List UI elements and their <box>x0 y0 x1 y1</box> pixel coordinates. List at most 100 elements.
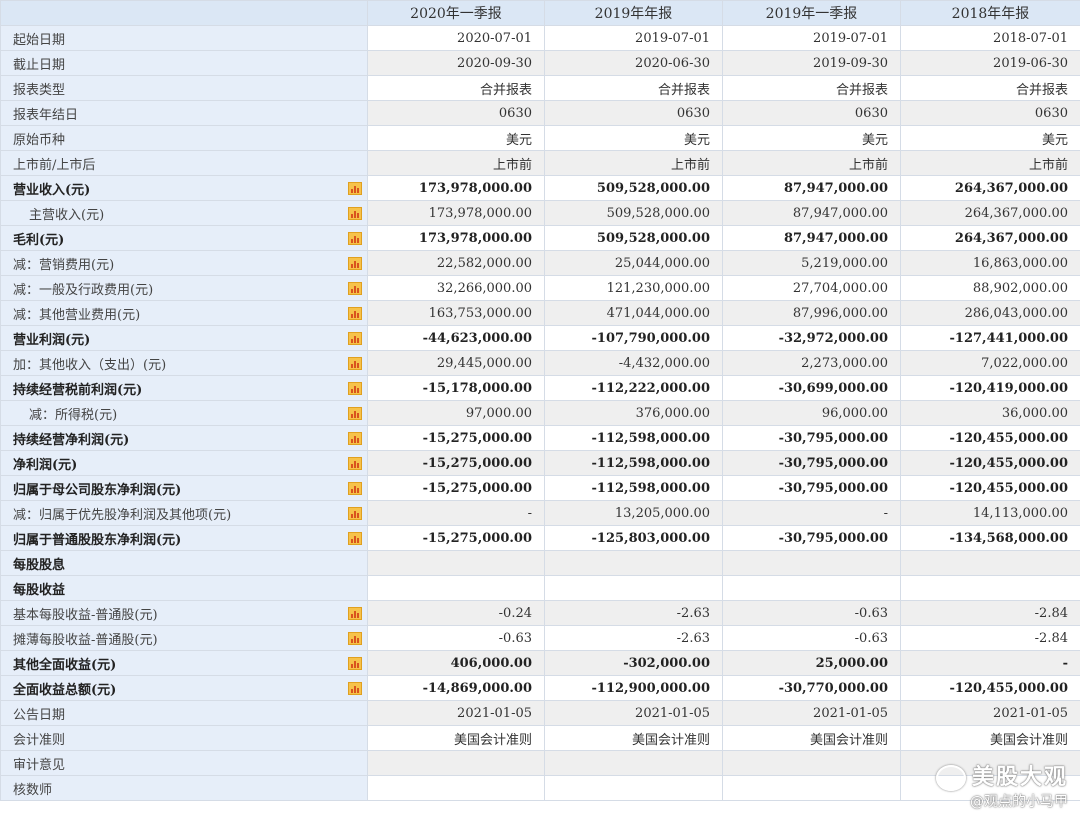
bar-chart-icon[interactable] <box>348 482 362 495</box>
row-label: 基本每股收益-普通股(元) <box>0 600 368 626</box>
value-cell: 2018-07-01 <box>900 25 1080 51</box>
bar-chart-icon[interactable] <box>348 457 362 470</box>
value-cell: 2019-07-01 <box>722 25 901 51</box>
bar-chart-icon[interactable] <box>348 232 362 245</box>
value-cell: -14,869,000.00 <box>367 675 545 701</box>
table-row: 归属于母公司股东净利润(元) -15,275,000.00 -112,598,000… <box>0 475 1080 501</box>
table-row: 持续经营税前利润(元) -15,178,000.00 -112,222,000.00… <box>0 375 1080 401</box>
bar-chart-icon[interactable] <box>348 282 362 295</box>
bar-chart-icon[interactable] <box>348 382 362 395</box>
value-cell: 0630 <box>900 100 1080 126</box>
value-cell <box>722 550 901 576</box>
table-row: 净利润(元) -15,275,000.00 -112,598,000.00 -30,7… <box>0 450 1080 476</box>
value-cell: -120,455,000.00 <box>900 425 1080 451</box>
table-row: 全面收益总额(元) -14,869,000.00 -112,900,000.00 -3… <box>0 675 1080 701</box>
bar-chart-icon[interactable] <box>348 182 362 195</box>
value-cell: 美元 <box>544 125 723 151</box>
row-label: 会计准则 <box>0 725 368 751</box>
table-row: 会计准则 美国会计准则 美国会计准则 美国会计准则 美国会计准则 <box>0 725 1080 751</box>
value-cell: 美元 <box>900 125 1080 151</box>
value-cell <box>367 550 545 576</box>
column-header[interactable]: 2018年年报 <box>900 0 1080 26</box>
bar-chart-icon[interactable] <box>348 607 362 620</box>
value-cell: 2021-01-05 <box>367 700 545 726</box>
value-cell: -125,803,000.00 <box>544 525 723 551</box>
bar-chart-icon[interactable] <box>348 332 362 345</box>
row-label-text: 营业收入(元) <box>13 182 91 198</box>
row-label: 减：归属于优先股净利润及其他项(元) <box>0 500 368 526</box>
value-cell: 173,978,000.00 <box>367 225 545 251</box>
row-label-text: 减：其他营业费用(元) <box>13 307 141 323</box>
value-cell: 264,367,000.00 <box>900 175 1080 201</box>
row-label-text: 核数师 <box>13 782 53 798</box>
value-cell: 上市前 <box>544 150 723 176</box>
bar-chart-icon[interactable] <box>348 257 362 270</box>
row-label-text: 持续经营净利润(元) <box>13 432 130 448</box>
value-cell: -15,275,000.00 <box>367 525 545 551</box>
table-row: 主营收入(元) 173,978,000.00 509,528,000.00 87,94… <box>0 200 1080 226</box>
value-cell: 96,000.00 <box>722 400 901 426</box>
table-row: 减：所得税(元) 97,000.00 376,000.00 96,000.00 36,0… <box>0 400 1080 426</box>
value-cell: 32,266,000.00 <box>367 275 545 301</box>
value-cell: -0.63 <box>722 600 901 626</box>
value-cell: 美国会计准则 <box>544 725 723 751</box>
value-cell: 286,043,000.00 <box>900 300 1080 326</box>
table-row: 减：其他营业费用(元) 163,753,000.00 471,044,000.00 8… <box>0 300 1080 326</box>
row-label-text: 起始日期 <box>13 32 66 48</box>
bar-chart-icon[interactable] <box>348 357 362 370</box>
value-cell: 36,000.00 <box>900 400 1080 426</box>
row-label: 归属于普通股股东净利润(元) <box>0 525 368 551</box>
value-cell <box>722 575 901 601</box>
value-cell: -15,275,000.00 <box>367 425 545 451</box>
table-row: 起始日期 2020-07-01 2019-07-01 2019-07-01 2018-0… <box>0 25 1080 51</box>
value-cell: 合并报表 <box>544 75 723 101</box>
bar-chart-icon[interactable] <box>348 507 362 520</box>
table-row: 公告日期 2021-01-05 2021-01-05 2021-01-05 2021-0… <box>0 700 1080 726</box>
value-cell: -30,795,000.00 <box>722 450 901 476</box>
value-cell: -30,770,000.00 <box>722 675 901 701</box>
value-cell: 2,273,000.00 <box>722 350 901 376</box>
value-cell: 509,528,000.00 <box>544 225 723 251</box>
value-cell: -120,455,000.00 <box>900 475 1080 501</box>
column-header[interactable]: 2020年一季报 <box>367 0 545 26</box>
row-label-text: 毛利(元) <box>13 232 65 248</box>
value-cell: 0630 <box>544 100 723 126</box>
value-cell: -112,900,000.00 <box>544 675 723 701</box>
value-cell: 2020-07-01 <box>367 25 545 51</box>
value-cell: 16,863,000.00 <box>900 250 1080 276</box>
value-cell: 2019-06-30 <box>900 50 1080 76</box>
value-cell: 2019-09-30 <box>722 50 901 76</box>
bar-chart-icon[interactable] <box>348 657 362 670</box>
value-cell: -2.63 <box>544 625 723 651</box>
value-cell: 合并报表 <box>900 75 1080 101</box>
bar-chart-icon[interactable] <box>348 432 362 445</box>
row-label: 每股收益 <box>0 575 368 601</box>
value-cell: -30,795,000.00 <box>722 475 901 501</box>
value-cell: 美国会计准则 <box>367 725 545 751</box>
row-label-text: 减：归属于优先股净利润及其他项(元) <box>13 507 232 523</box>
row-label-text: 减：营销费用(元) <box>13 257 115 273</box>
row-label-text: 主营收入(元) <box>29 207 105 223</box>
value-cell: 406,000.00 <box>367 650 545 676</box>
bar-chart-icon[interactable] <box>348 632 362 645</box>
value-cell: -107,790,000.00 <box>544 325 723 351</box>
bar-chart-icon[interactable] <box>348 307 362 320</box>
column-header[interactable]: 2019年一季报 <box>722 0 901 26</box>
bar-chart-icon[interactable] <box>348 532 362 545</box>
row-label-text: 基本每股收益-普通股(元) <box>13 607 158 623</box>
value-cell: -30,795,000.00 <box>722 525 901 551</box>
value-cell: 376,000.00 <box>544 400 723 426</box>
table-row: 基本每股收益-普通股(元) -0.24 -2.63 -0.63 -2.84 <box>0 600 1080 626</box>
bar-chart-icon[interactable] <box>348 407 362 420</box>
column-header[interactable]: 2019年年报 <box>544 0 723 26</box>
value-cell: 13,205,000.00 <box>544 500 723 526</box>
bar-chart-icon[interactable] <box>348 682 362 695</box>
row-label: 审计意见 <box>0 750 368 776</box>
value-cell <box>367 775 545 801</box>
bar-chart-icon[interactable] <box>348 207 362 220</box>
row-label-text: 每股股息 <box>13 557 66 573</box>
value-cell: 上市前 <box>722 150 901 176</box>
row-label-text: 减：所得税(元) <box>29 407 118 423</box>
table-row: 摊薄每股收益-普通股(元) -0.63 -2.63 -0.63 -2.84 <box>0 625 1080 651</box>
value-cell: -0.63 <box>367 625 545 651</box>
